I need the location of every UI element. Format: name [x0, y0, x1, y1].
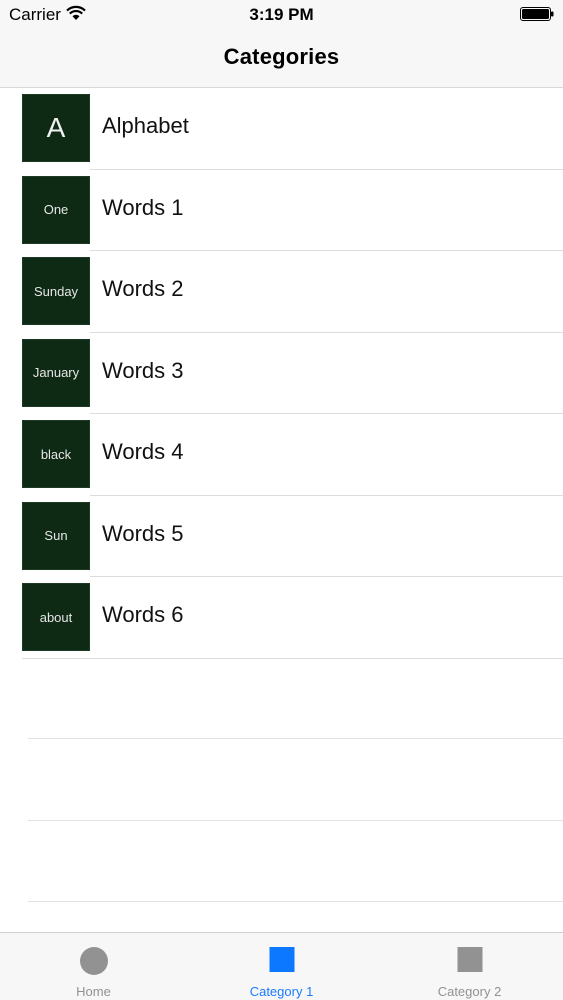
category-label: Words 3	[102, 357, 184, 383]
circle-icon	[79, 947, 108, 975]
list-item[interactable]: Sun Words 5	[0, 495, 563, 577]
tab-label: Category 1	[249, 984, 314, 999]
tab-category-2[interactable]: Category 2	[376, 933, 563, 1000]
tab-category-1[interactable]: Category 1	[188, 933, 375, 1000]
empty-row-divider	[28, 901, 563, 902]
row-divider	[22, 657, 563, 659]
category-list: A Alphabet One Words 1 Sunday Words 2 Ja…	[0, 88, 563, 659]
category-label: Words 4	[102, 439, 184, 464]
status-time: 3:19 PM	[249, 5, 314, 24]
status-bar: Carrier 3:19 PM	[0, 0, 563, 30]
category-thumbnail: black	[22, 420, 90, 488]
tab-label: Category 2	[437, 984, 502, 999]
page-title: Categories	[223, 44, 340, 69]
tab-bar: Home Category 1 Category 2	[0, 932, 563, 1000]
category-thumbnail: Sunday	[22, 257, 90, 325]
battery-icon	[520, 7, 554, 21]
list-item[interactable]: One Words 1	[0, 169, 563, 251]
top-bar: Carrier 3:19 PM Categories	[0, 0, 563, 88]
list-item[interactable]: A Alphabet	[0, 88, 563, 170]
list-item[interactable]: January Words 3	[0, 332, 563, 414]
list-item[interactable]: about Words 6	[0, 577, 563, 659]
category-thumbnail: A	[22, 94, 90, 162]
empty-row-divider	[28, 738, 563, 739]
category-thumbnail: about	[22, 583, 90, 651]
category-label: Words 1	[102, 194, 184, 220]
tab-home[interactable]: Home	[0, 933, 187, 1000]
category-thumbnail: Sun	[22, 501, 90, 570]
list-item[interactable]: Sunday Words 2	[0, 251, 563, 333]
category-thumbnail: January	[22, 338, 90, 407]
category-label: Words 6	[102, 602, 184, 627]
empty-row-divider	[28, 820, 563, 821]
category-thumbnail: One	[22, 175, 90, 244]
square-icon	[457, 947, 482, 972]
list-item[interactable]: black Words 4	[0, 414, 563, 496]
tab-label: Home	[76, 984, 111, 999]
square-icon	[269, 947, 294, 972]
app-screen: Carrier 3:19 PM Categories A Alphabet On…	[0, 0, 563, 1000]
category-label: Words 5	[102, 520, 184, 546]
category-label: Alphabet	[102, 113, 189, 138]
category-label: Words 2	[102, 276, 184, 301]
